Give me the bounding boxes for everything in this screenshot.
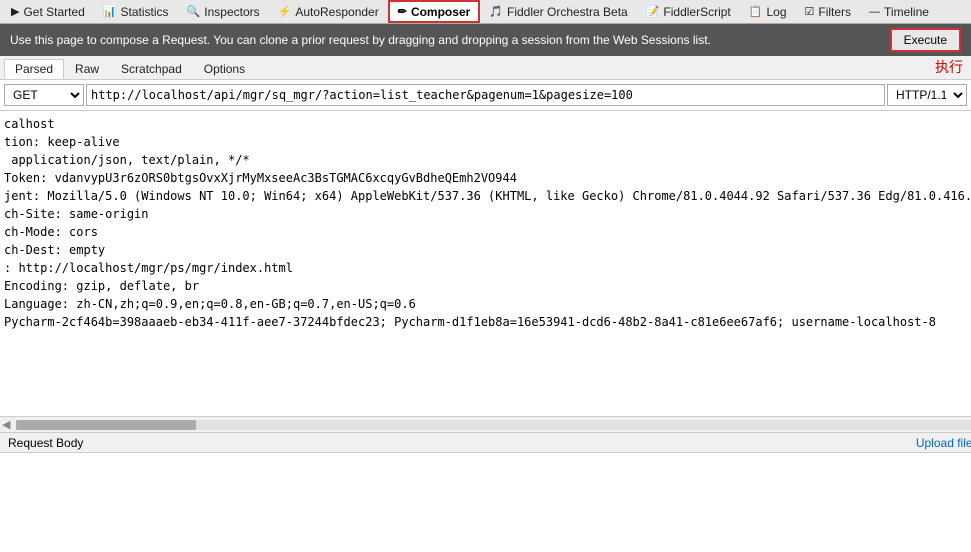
topbar-label-filters: Filters xyxy=(818,5,851,19)
topbar-item-inspectors[interactable]: 🔍Inspectors xyxy=(178,0,269,23)
hscroll-track xyxy=(16,420,971,430)
main-content: calhosttion: keep-alive application/json… xyxy=(0,111,971,552)
tab-raw[interactable]: Raw xyxy=(64,59,110,78)
request-body-label: Request Body xyxy=(8,436,83,450)
log-icon: 📋 xyxy=(749,5,763,18)
url-row: GETPOSTPUTDELETEHEADOPTIONSPATCH HTTP/1.… xyxy=(0,80,971,111)
tab-scratchpad[interactable]: Scratchpad xyxy=(110,59,193,78)
topbar-label-fiddlerscript: FiddlerScript xyxy=(663,5,730,19)
statistics-icon: 📊 xyxy=(103,5,117,18)
header-line: Language: zh-CN,zh;q=0.9,en;q=0.8,en-GB;… xyxy=(4,295,971,313)
topbar-label-autoresponder: AutoResponder xyxy=(295,5,378,19)
topbar-label-fiddler-orchestra-beta: Fiddler Orchestra Beta xyxy=(507,5,628,19)
get-started-icon: ▶ xyxy=(11,5,19,18)
composer-icon: ✏ xyxy=(398,5,407,18)
request-body-header: Request Body Upload file... xyxy=(0,432,971,452)
headers-area[interactable]: calhosttion: keep-alive application/json… xyxy=(0,111,971,416)
url-input[interactable] xyxy=(86,84,885,106)
method-select[interactable]: GETPOSTPUTDELETEHEADOPTIONSPATCH xyxy=(4,84,84,106)
topbar-label-composer: Composer xyxy=(411,5,470,19)
header-line: calhost xyxy=(4,115,971,133)
left-panel: calhosttion: keep-alive application/json… xyxy=(0,111,971,552)
timeline-icon: — xyxy=(869,6,880,18)
fiddler-orchestra-beta-icon: 🎵 xyxy=(489,5,503,18)
tabs-row: ParsedRawScratchpadOptions xyxy=(0,56,971,80)
topbar-label-log: Log xyxy=(766,5,786,19)
header-line: Pycharm-2cf464b=398aaaeb-eb34-411f-aee7-… xyxy=(4,313,971,331)
filters-icon: ☑ xyxy=(805,5,815,18)
execute-button[interactable]: Execute xyxy=(890,28,961,52)
instruction-bar: Use this page to compose a Request. You … xyxy=(0,24,971,56)
header-line: ch-Mode: cors xyxy=(4,223,971,241)
topbar-item-get-started[interactable]: ▶ Get Started xyxy=(2,0,94,23)
execute-annotation: 执行 xyxy=(935,57,963,77)
horizontal-scrollbar[interactable]: ◀ ▶ xyxy=(0,416,971,432)
topbar-item-fiddlerscript[interactable]: 📝FiddlerScript xyxy=(637,0,740,23)
header-line: ch-Dest: empty xyxy=(4,241,971,259)
topbar-item-statistics[interactable]: 📊 Statistics xyxy=(94,0,178,23)
topbar-label-get-started: Get Started xyxy=(23,5,84,19)
header-line: ch-Site: same-origin xyxy=(4,205,971,223)
request-body-area[interactable] xyxy=(0,453,971,552)
tab-options[interactable]: Options xyxy=(193,59,256,78)
topbar-label-timeline: Timeline xyxy=(884,5,929,19)
instruction-text: Use this page to compose a Request. You … xyxy=(10,33,711,47)
header-line: jent: Mozilla/5.0 (Windows NT 10.0; Win6… xyxy=(4,187,971,205)
topbar-item-timeline[interactable]: — Timeline xyxy=(860,0,938,23)
topbar-label-statistics: Statistics xyxy=(121,5,169,19)
topbar-label-inspectors: Inspectors xyxy=(204,5,259,19)
autoresponder-icon: ⚡ xyxy=(278,5,292,18)
topbar-item-filters[interactable]: ☑Filters xyxy=(796,0,861,23)
header-line: Token: vdanvypU3r6zORS0btgsOvxXjrMyMxsee… xyxy=(4,169,971,187)
topbar-item-composer[interactable]: ✏ Composer xyxy=(388,0,481,23)
hscroll-thumb xyxy=(16,420,196,430)
topbar-item-fiddler-orchestra-beta[interactable]: 🎵 Fiddler Orchestra Beta xyxy=(480,0,636,23)
http-version-select[interactable]: HTTP/1.1HTTP/2 xyxy=(887,84,967,106)
app-window: ▶Get Started📊Statistics🔍Inspectors⚡AutoR… xyxy=(0,0,971,552)
header-line: : http://localhost/mgr/ps/mgr/index.html xyxy=(4,259,971,277)
fiddlerscript-icon: 📝 xyxy=(646,5,660,18)
topbar-item-autoresponder[interactable]: ⚡AutoResponder xyxy=(269,0,388,23)
topbar: ▶Get Started📊Statistics🔍Inspectors⚡AutoR… xyxy=(0,0,971,24)
inspectors-icon: 🔍 xyxy=(187,5,201,18)
header-line: application/json, text/plain, */* xyxy=(4,151,971,169)
tab-parsed[interactable]: Parsed xyxy=(4,59,64,79)
header-line: Encoding: gzip, deflate, br xyxy=(4,277,971,295)
upload-file-link[interactable]: Upload file... xyxy=(916,436,971,450)
topbar-item-log[interactable]: 📋Log xyxy=(740,0,796,23)
header-line: tion: keep-alive xyxy=(4,133,971,151)
